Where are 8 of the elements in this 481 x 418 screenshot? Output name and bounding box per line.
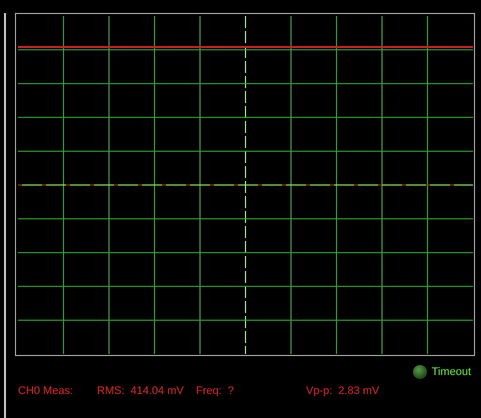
- measurement-value: 2.83 mV: [338, 385, 380, 397]
- measurement-label: CH0 Meas:: [18, 385, 74, 397]
- measurement-label: Freq:: [196, 385, 222, 397]
- measurement-value: 414.04 mV: [130, 385, 184, 397]
- measurement-label: RMS:: [97, 385, 124, 397]
- measurement-value: ?: [228, 385, 234, 397]
- measurement-label: Vp-p:: [306, 385, 332, 397]
- indicator-label: Timeout: [432, 366, 471, 378]
